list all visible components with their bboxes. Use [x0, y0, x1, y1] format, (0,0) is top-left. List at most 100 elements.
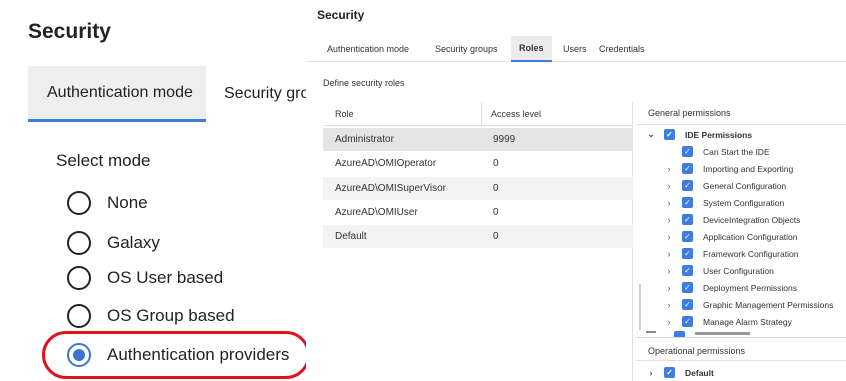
tab-label: Credentials — [599, 44, 645, 54]
checkbox-checked-icon[interactable]: ✓ — [664, 367, 675, 378]
tree-item-label: Deployment Permissions — [703, 282, 798, 293]
divider — [636, 337, 846, 338]
tab-label: Security groups — [435, 44, 498, 54]
chevron-right-icon[interactable]: › — [664, 283, 674, 293]
access-level: 0 — [493, 207, 499, 218]
tab-label: Roles — [519, 43, 544, 53]
operational-permissions-label: Operational permissions — [648, 346, 746, 356]
column-divider[interactable] — [481, 102, 482, 126]
radio-os-user-based[interactable]: OS User based — [67, 264, 223, 292]
table-row[interactable]: AzureAD\OMIUser 0 — [323, 201, 633, 224]
checkbox-checked-icon[interactable]: ✓ — [664, 129, 675, 140]
tab-roles[interactable]: Roles — [511, 36, 552, 62]
chevron-right-icon[interactable]: › — [664, 181, 674, 191]
tab-users[interactable]: Users — [563, 36, 587, 62]
tree-item-label: IDE Permissions — [685, 129, 753, 140]
tree-item-deployment-permissions[interactable]: › ✓ Deployment Permissions — [664, 279, 797, 296]
table-row[interactable]: Default 0 — [323, 225, 633, 248]
tree-item-can-start-ide[interactable]: ✓ Can Start the IDE — [664, 143, 770, 160]
chevron-right-icon[interactable]: › — [664, 215, 674, 225]
checkbox-checked-icon[interactable]: ✓ — [682, 180, 693, 191]
role-name: AzureAD\OMIUser — [335, 207, 418, 218]
tree-item-framework-configuration[interactable]: › ✓ Framework Configuration — [664, 245, 798, 262]
table-row[interactable]: AzureAD\OMIOperator 0 — [323, 152, 633, 175]
checkbox-checked-icon[interactable]: ✓ — [682, 248, 693, 259]
tree-item-deviceintegration-objects[interactable]: › ✓ DeviceIntegration Objects — [664, 211, 800, 228]
tab-label: Authentication mode — [47, 83, 193, 101]
scrollbar-thumb[interactable] — [639, 284, 641, 330]
roles-table: Role Access level Administrator 9999 Azu… — [323, 102, 633, 381]
tree-item-label: Manage Alarm Strategy — [703, 316, 792, 327]
table-row[interactable]: AzureAD\OMISuperVisor 0 — [323, 177, 633, 200]
dialog-title: Security — [317, 8, 365, 22]
tree-item-label: General Configuration — [703, 180, 787, 191]
chevron-down-icon[interactable]: ⌄ — [646, 129, 656, 140]
tree-item-default[interactable]: › ✓ Default — [646, 364, 714, 381]
checkbox-checked-icon[interactable]: ✓ — [682, 214, 693, 225]
tab-authentication-mode[interactable]: Authentication mode — [28, 66, 206, 122]
role-name: Default — [335, 231, 367, 242]
column-header-role[interactable]: Role — [335, 102, 354, 126]
tree-item-manage-alarm-strategy[interactable]: › ✓ Manage Alarm Strategy — [664, 313, 792, 330]
general-permissions-label: General permissions — [648, 108, 731, 118]
tab-credentials[interactable]: Credentials — [599, 36, 645, 62]
access-level: 9999 — [493, 134, 516, 145]
checkbox-checked-icon[interactable]: ✓ — [682, 197, 693, 208]
checkbox-checked-icon[interactable]: ✓ — [682, 299, 693, 310]
checkbox-checked-icon[interactable]: ✓ — [682, 316, 693, 327]
tab-bar: Authentication mode Security groups Role… — [306, 36, 846, 62]
radio-none[interactable]: None — [67, 189, 148, 217]
tree-item-label: Framework Configuration — [703, 248, 799, 259]
radio-label: Galaxy — [107, 233, 160, 252]
tab-bar: Authentication mode Security grou — [28, 66, 306, 122]
tree-item-system-configuration[interactable]: › ✓ System Configuration — [664, 194, 784, 211]
chevron-right-icon[interactable]: › — [664, 198, 674, 208]
radio-unchecked-icon — [67, 266, 91, 290]
role-name: AzureAD\OMISuperVisor — [335, 183, 446, 194]
tab-authentication-mode[interactable]: Authentication mode — [327, 36, 409, 62]
radio-unchecked-icon — [67, 191, 91, 215]
tree-item-graphic-management-permissions[interactable]: › ✓ Graphic Management Permissions — [664, 296, 833, 313]
chevron-right-icon[interactable]: › — [664, 232, 674, 242]
tree-item-application-configuration[interactable]: › ✓ Application Configuration — [664, 228, 798, 245]
tree-item-label: System Configuration — [703, 197, 785, 208]
checkbox-checked-icon[interactable]: ✓ — [682, 282, 693, 293]
tree-item-ide-permissions[interactable]: ⌄ ✓ IDE Permissions — [646, 126, 752, 143]
radio-os-group-based[interactable]: OS Group based — [67, 302, 235, 330]
divider — [636, 360, 846, 361]
zoomed-security-dialog: Security Authentication mode Security gr… — [0, 0, 306, 381]
tree-item-importing-exporting[interactable]: › ✓ Importing and Exporting — [664, 160, 793, 177]
column-header-access-level[interactable]: Access level — [491, 102, 541, 126]
chevron-right-icon[interactable]: › — [664, 300, 674, 310]
checkbox-checked-icon[interactable]: ✓ — [682, 265, 693, 276]
highlight-annotation — [42, 331, 306, 379]
tab-security-groups[interactable]: Security grou — [224, 66, 306, 122]
access-level: 0 — [493, 231, 499, 242]
chevron-right-icon[interactable]: › — [664, 266, 674, 276]
chevron-right-icon[interactable]: › — [664, 164, 674, 174]
table-row[interactable]: Administrator 9999 — [323, 128, 633, 151]
access-level: 0 — [493, 158, 499, 169]
chevron-right-icon[interactable]: › — [664, 249, 674, 259]
checkbox-checked-icon[interactable]: ✓ — [682, 231, 693, 242]
tab-label: Security grou — [224, 85, 306, 102]
tree-item-label: DeviceIntegration Objects — [703, 214, 801, 225]
tab-label: Authentication mode — [327, 44, 410, 54]
tree-item-label: User Configuration — [703, 265, 774, 276]
tab-label: Users — [563, 44, 587, 54]
access-level: 0 — [493, 183, 499, 194]
radio-unchecked-icon — [67, 231, 91, 255]
tree-item-label: Graphic Management Permissions — [703, 299, 834, 310]
radio-label: None — [107, 193, 148, 212]
role-name: AzureAD\OMIOperator — [335, 158, 437, 169]
chevron-right-icon[interactable]: › — [664, 317, 674, 327]
tree-item-user-configuration[interactable]: › ✓ User Configuration — [664, 262, 774, 279]
radio-galaxy[interactable]: Galaxy — [67, 229, 160, 257]
checkbox-checked-icon[interactable]: ✓ — [682, 146, 693, 157]
chevron-right-icon[interactable]: › — [646, 368, 656, 378]
tree-item-general-configuration[interactable]: › ✓ General Configuration — [664, 177, 786, 194]
radio-unchecked-icon — [67, 304, 91, 328]
table-header: Role Access level — [323, 102, 633, 126]
tab-security-groups[interactable]: Security groups — [435, 36, 498, 62]
checkbox-checked-icon[interactable]: ✓ — [682, 163, 693, 174]
